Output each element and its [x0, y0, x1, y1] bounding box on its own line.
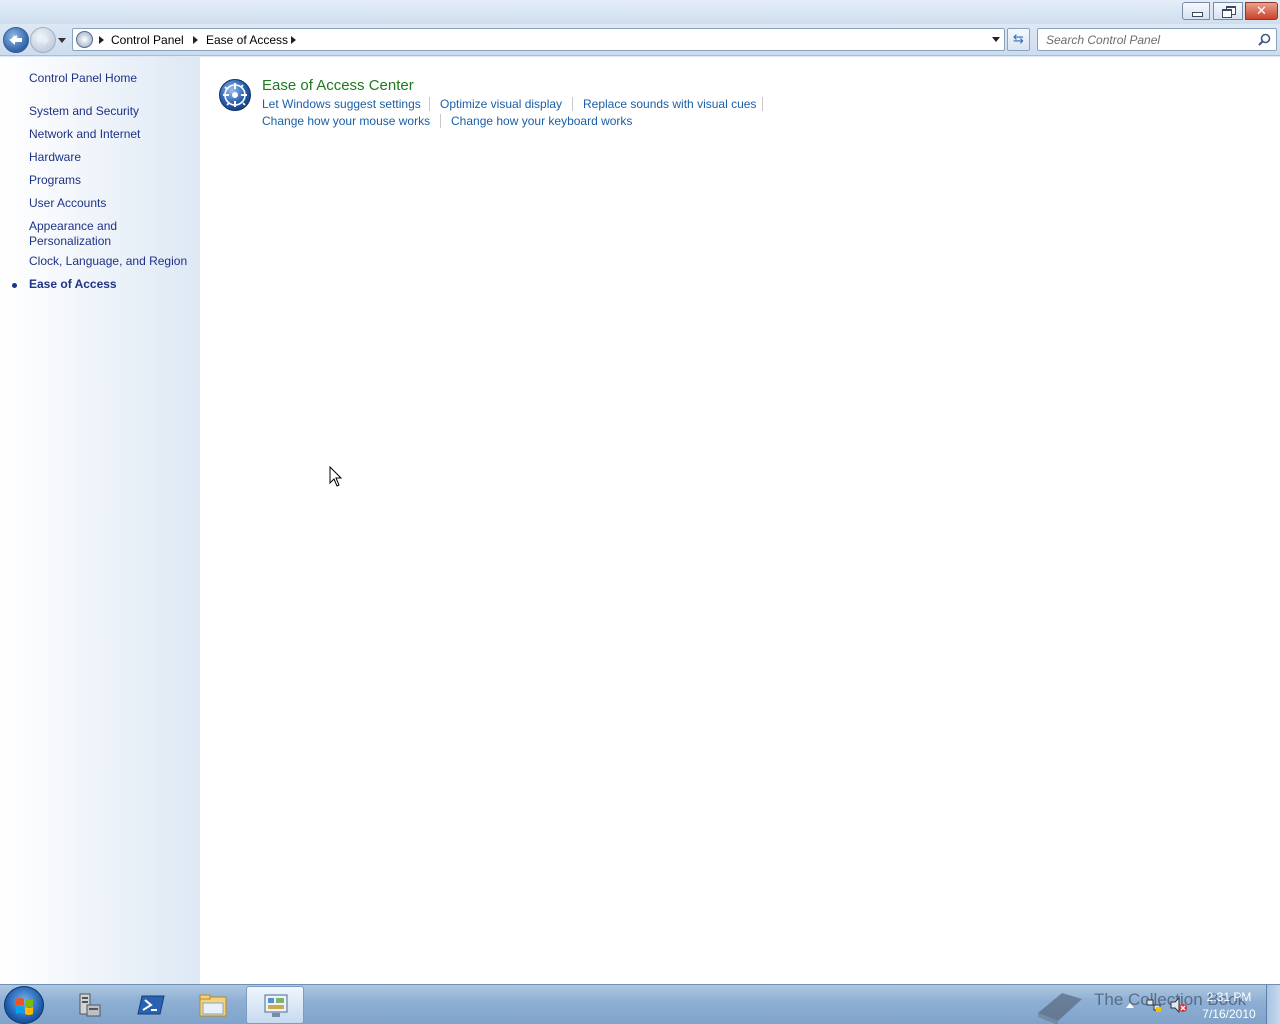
sidebar-item-ease-of-access: Ease of Access — [29, 277, 117, 291]
sidebar-item-clock-language-region[interactable]: Clock, Language, and Region — [29, 254, 187, 269]
sidebar-item-label-line2: Personalization — [29, 234, 112, 248]
task-link-let-windows-suggest-settings[interactable]: Let Windows suggest settings — [262, 97, 421, 111]
task-separator — [429, 97, 430, 111]
forward-button[interactable] — [30, 27, 56, 53]
folder-icon — [199, 994, 227, 1017]
sidebar-item-programs[interactable]: Programs — [29, 173, 81, 188]
navigation-bar: Control Panel Ease of Access ⇆ — [0, 24, 1280, 56]
task-link-optimize-visual-display[interactable]: Optimize visual display — [440, 97, 562, 111]
forward-arrow-icon — [37, 35, 49, 45]
breadcrumb-separator-icon[interactable] — [193, 36, 198, 44]
network-icon[interactable] — [1146, 997, 1162, 1013]
taskbar-item-control-panel[interactable] — [246, 986, 304, 1024]
close-button[interactable]: ✕ — [1245, 2, 1278, 20]
search-input[interactable] — [1038, 29, 1254, 50]
close-icon: ✕ — [1256, 3, 1267, 18]
search-box[interactable] — [1037, 28, 1277, 51]
sidebar-item-hardware[interactable]: Hardware — [29, 150, 81, 165]
task-separator — [572, 97, 573, 111]
minimize-button[interactable] — [1182, 2, 1210, 20]
back-arrow-icon — [9, 35, 22, 45]
refresh-button[interactable]: ⇆ — [1007, 28, 1030, 51]
breadcrumb-separator-icon[interactable] — [291, 36, 296, 44]
title-bar: ✕ — [0, 0, 1280, 24]
taskbar-item-powershell[interactable] — [122, 986, 180, 1024]
task-separator — [762, 97, 763, 111]
search-icon[interactable] — [1258, 33, 1271, 46]
breadcrumb-ease-of-access[interactable]: Ease of Access — [206, 33, 288, 47]
task-link-change-keyboard[interactable]: Change how your keyboard works — [451, 114, 632, 128]
chevron-down-icon — [58, 38, 66, 43]
current-location-bullet-icon — [12, 283, 17, 288]
breadcrumb-separator-icon[interactable] — [99, 36, 104, 44]
clock-date[interactable]: 7/16/2010 — [1198, 1007, 1260, 1021]
powershell-icon — [137, 995, 165, 1015]
taskbar: The Collection Book 2:31 PM 7/16/2010 — [0, 984, 1280, 1024]
windows-logo-icon — [16, 998, 33, 1015]
recent-pages-dropdown[interactable] — [57, 35, 67, 45]
task-separator — [440, 114, 441, 128]
left-navigation-pane: Control Panel Home System and Security N… — [0, 57, 200, 984]
start-button[interactable] — [4, 986, 44, 1024]
refresh-icon: ⇆ — [1013, 31, 1024, 46]
show-desktop-button[interactable] — [1266, 985, 1280, 1024]
mouse-pointer-icon — [329, 466, 343, 487]
sidebar-item-control-panel-home[interactable]: Control Panel Home — [29, 71, 137, 86]
taskbar-item-windows-explorer[interactable] — [184, 986, 242, 1024]
clock-time[interactable]: 2:31 PM — [1198, 990, 1260, 1004]
sidebar-item-system-and-security[interactable]: System and Security — [29, 104, 139, 119]
back-button[interactable] — [3, 27, 29, 53]
task-link-change-mouse[interactable]: Change how your mouse works — [262, 114, 430, 128]
control-panel-icon — [264, 994, 288, 1017]
sidebar-item-user-accounts[interactable]: User Accounts — [29, 196, 106, 211]
server-manager-icon — [79, 993, 101, 1017]
breadcrumb-control-panel[interactable]: Control Panel — [111, 33, 184, 47]
address-dropdown-icon[interactable] — [992, 37, 1000, 42]
control-panel-address-icon — [76, 31, 93, 48]
sidebar-item-appearance-and-personalization[interactable]: Appearance and Personalization — [29, 219, 117, 249]
sidebar-item-network-and-internet[interactable]: Network and Internet — [29, 127, 140, 142]
show-hidden-icons-icon[interactable] — [1125, 1001, 1135, 1009]
task-link-replace-sounds-with-visual-cues[interactable]: Replace sounds with visual cues — [583, 97, 756, 111]
section-title-ease-of-access-center[interactable]: Ease of Access Center — [262, 77, 414, 94]
ease-of-access-icon[interactable] — [218, 78, 252, 112]
address-bar[interactable]: Control Panel Ease of Access — [72, 28, 1005, 51]
restore-button[interactable] — [1213, 2, 1243, 20]
sidebar-item-label-line1: Appearance and — [29, 219, 118, 233]
main-content-pane: Ease of Access Center Let Windows sugges… — [200, 57, 1280, 984]
taskbar-item-server-manager[interactable] — [60, 986, 118, 1024]
volume-muted-icon[interactable] — [1170, 997, 1188, 1013]
